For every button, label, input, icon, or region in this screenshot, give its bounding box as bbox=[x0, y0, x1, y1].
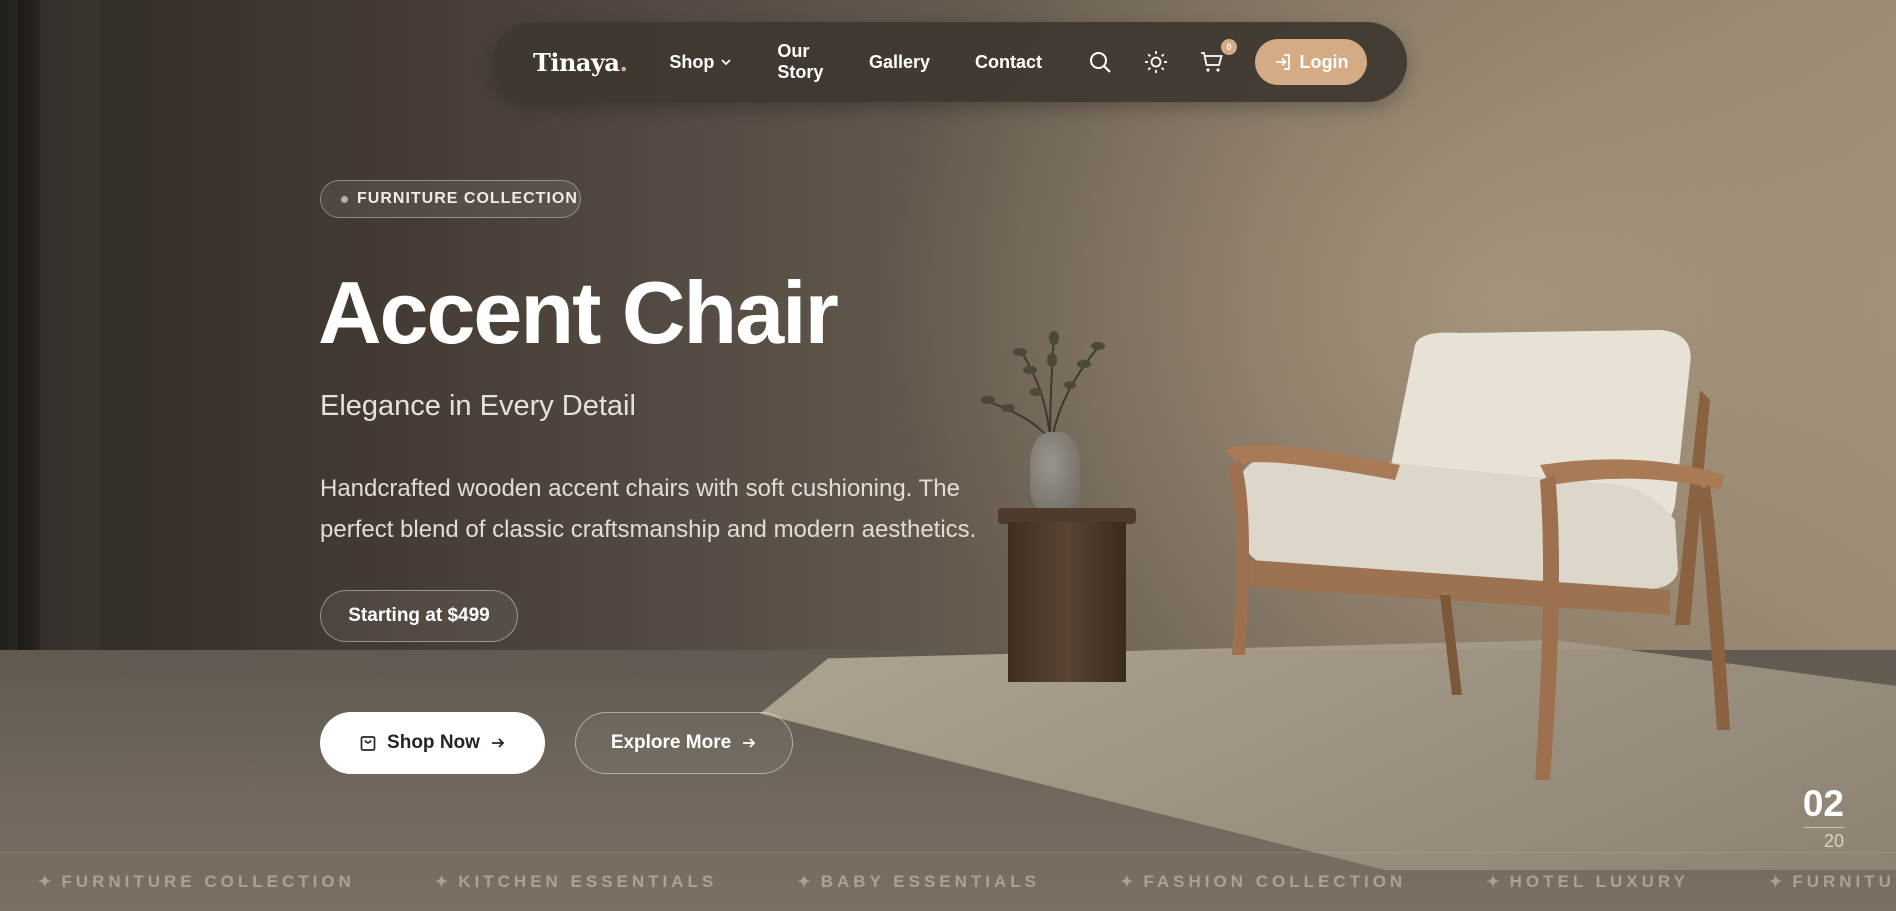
search-button[interactable] bbox=[1087, 49, 1113, 75]
collection-badge: FURNITURE COLLECTION bbox=[320, 180, 581, 218]
shop-now-label: Shop Now bbox=[387, 732, 480, 753]
arrow-right-icon bbox=[743, 738, 756, 748]
top-nav: Tinaya. Shop Our Story Gallery Contact 0… bbox=[493, 22, 1407, 102]
marquee-item-label: BABY ESSENTIALS bbox=[820, 872, 1041, 891]
logo-dot: . bbox=[619, 47, 628, 77]
nav-link-our-story[interactable]: Our Story bbox=[777, 41, 824, 83]
marquee-item: ✦ FASHION COLLECTION bbox=[1120, 872, 1406, 892]
sparkle-icon: ✦ bbox=[1768, 874, 1783, 891]
slide-counter-divider bbox=[1804, 827, 1844, 828]
slide-counter: 02 20 bbox=[1803, 784, 1844, 852]
hero-title: Accent Chair bbox=[318, 263, 839, 362]
sun-icon bbox=[1145, 51, 1167, 73]
collection-badge-label: FURNITURE COLLECTION bbox=[357, 190, 578, 207]
nav-link-shop[interactable]: Shop bbox=[669, 52, 732, 73]
arrow-right-icon bbox=[491, 738, 505, 748]
nav-link-our-story-label: Our Story bbox=[777, 41, 824, 82]
badge-dot-icon bbox=[341, 195, 348, 203]
eucalyptus-branches bbox=[981, 331, 1105, 440]
hero-background bbox=[0, 0, 1896, 911]
shopping-bag-icon bbox=[360, 736, 376, 751]
cart-icon bbox=[1201, 52, 1223, 72]
price-badge: Starting at $499 bbox=[320, 590, 518, 642]
sparkle-icon: ✦ bbox=[797, 874, 811, 891]
wall-edge bbox=[0, 0, 100, 680]
vase bbox=[1030, 432, 1080, 512]
explore-more-label: Explore More bbox=[610, 732, 732, 753]
marquee-item: ✦ FURNITURE COLLECTION bbox=[1769, 872, 1896, 892]
cart-button[interactable]: 0 bbox=[1199, 39, 1237, 75]
sparkle-icon: ✦ bbox=[434, 874, 449, 891]
hero-subtitle: Elegance in Every Detail bbox=[320, 390, 636, 422]
nav-link-contact[interactable]: Contact bbox=[975, 52, 1042, 73]
nav-link-contact-label: Contact bbox=[975, 51, 1042, 72]
side-table bbox=[998, 508, 1136, 683]
marquee-item-label: FURNITURE COLLECTION bbox=[1792, 872, 1896, 891]
logo-text: Tinaya bbox=[533, 47, 620, 77]
login-label: Login bbox=[1299, 51, 1349, 72]
category-marquee: ✦ FURNITURE COLLECTION ✦ KITCHEN ESSENTIAL… bbox=[0, 852, 1896, 911]
theme-toggle-button[interactable] bbox=[1143, 49, 1169, 75]
marquee-item-label: FASHION COLLECTION bbox=[1143, 872, 1407, 891]
cart-count-badge: 0 bbox=[1221, 39, 1237, 55]
marquee-item: ✦ BABY ESSENTIALS bbox=[797, 872, 1040, 892]
search-icon bbox=[1090, 52, 1111, 73]
slide-total: 20 bbox=[1823, 831, 1844, 851]
chevron-down-icon bbox=[721, 59, 731, 66]
slide-current: 02 bbox=[1802, 783, 1844, 824]
sparkle-icon: ✦ bbox=[1120, 874, 1134, 891]
explore-more-button[interactable]: Explore More bbox=[575, 712, 793, 774]
login-button[interactable]: Login bbox=[1255, 39, 1367, 85]
sparkle-icon: ✦ bbox=[38, 874, 52, 891]
logo[interactable]: Tinaya. bbox=[533, 47, 628, 77]
marquee-item: ✦ KITCHEN ESSENTIALS bbox=[435, 872, 717, 892]
shop-now-button[interactable]: Shop Now bbox=[320, 712, 545, 774]
nav-link-shop-label: Shop bbox=[669, 51, 715, 72]
hero-description: Handcrafted wooden accent chairs with so… bbox=[320, 475, 977, 543]
marquee-item: ✦ FURNITURE COLLECTION bbox=[38, 872, 355, 892]
marquee-item: ✦ HOTEL LUXURY bbox=[1486, 872, 1689, 892]
sparkle-icon: ✦ bbox=[1486, 874, 1500, 891]
nav-link-gallery[interactable]: Gallery bbox=[869, 52, 930, 73]
marquee-item-label: HOTEL LUXURY bbox=[1509, 872, 1689, 891]
nav-link-gallery-label: Gallery bbox=[868, 51, 930, 72]
login-icon bbox=[1275, 54, 1290, 70]
marquee-item-label: FURNITURE COLLECTION bbox=[61, 872, 355, 891]
accent-chair-image bbox=[1225, 330, 1730, 780]
nav-icons: 0 Login bbox=[1087, 39, 1367, 85]
marquee-item-label: KITCHEN ESSENTIALS bbox=[458, 872, 718, 891]
